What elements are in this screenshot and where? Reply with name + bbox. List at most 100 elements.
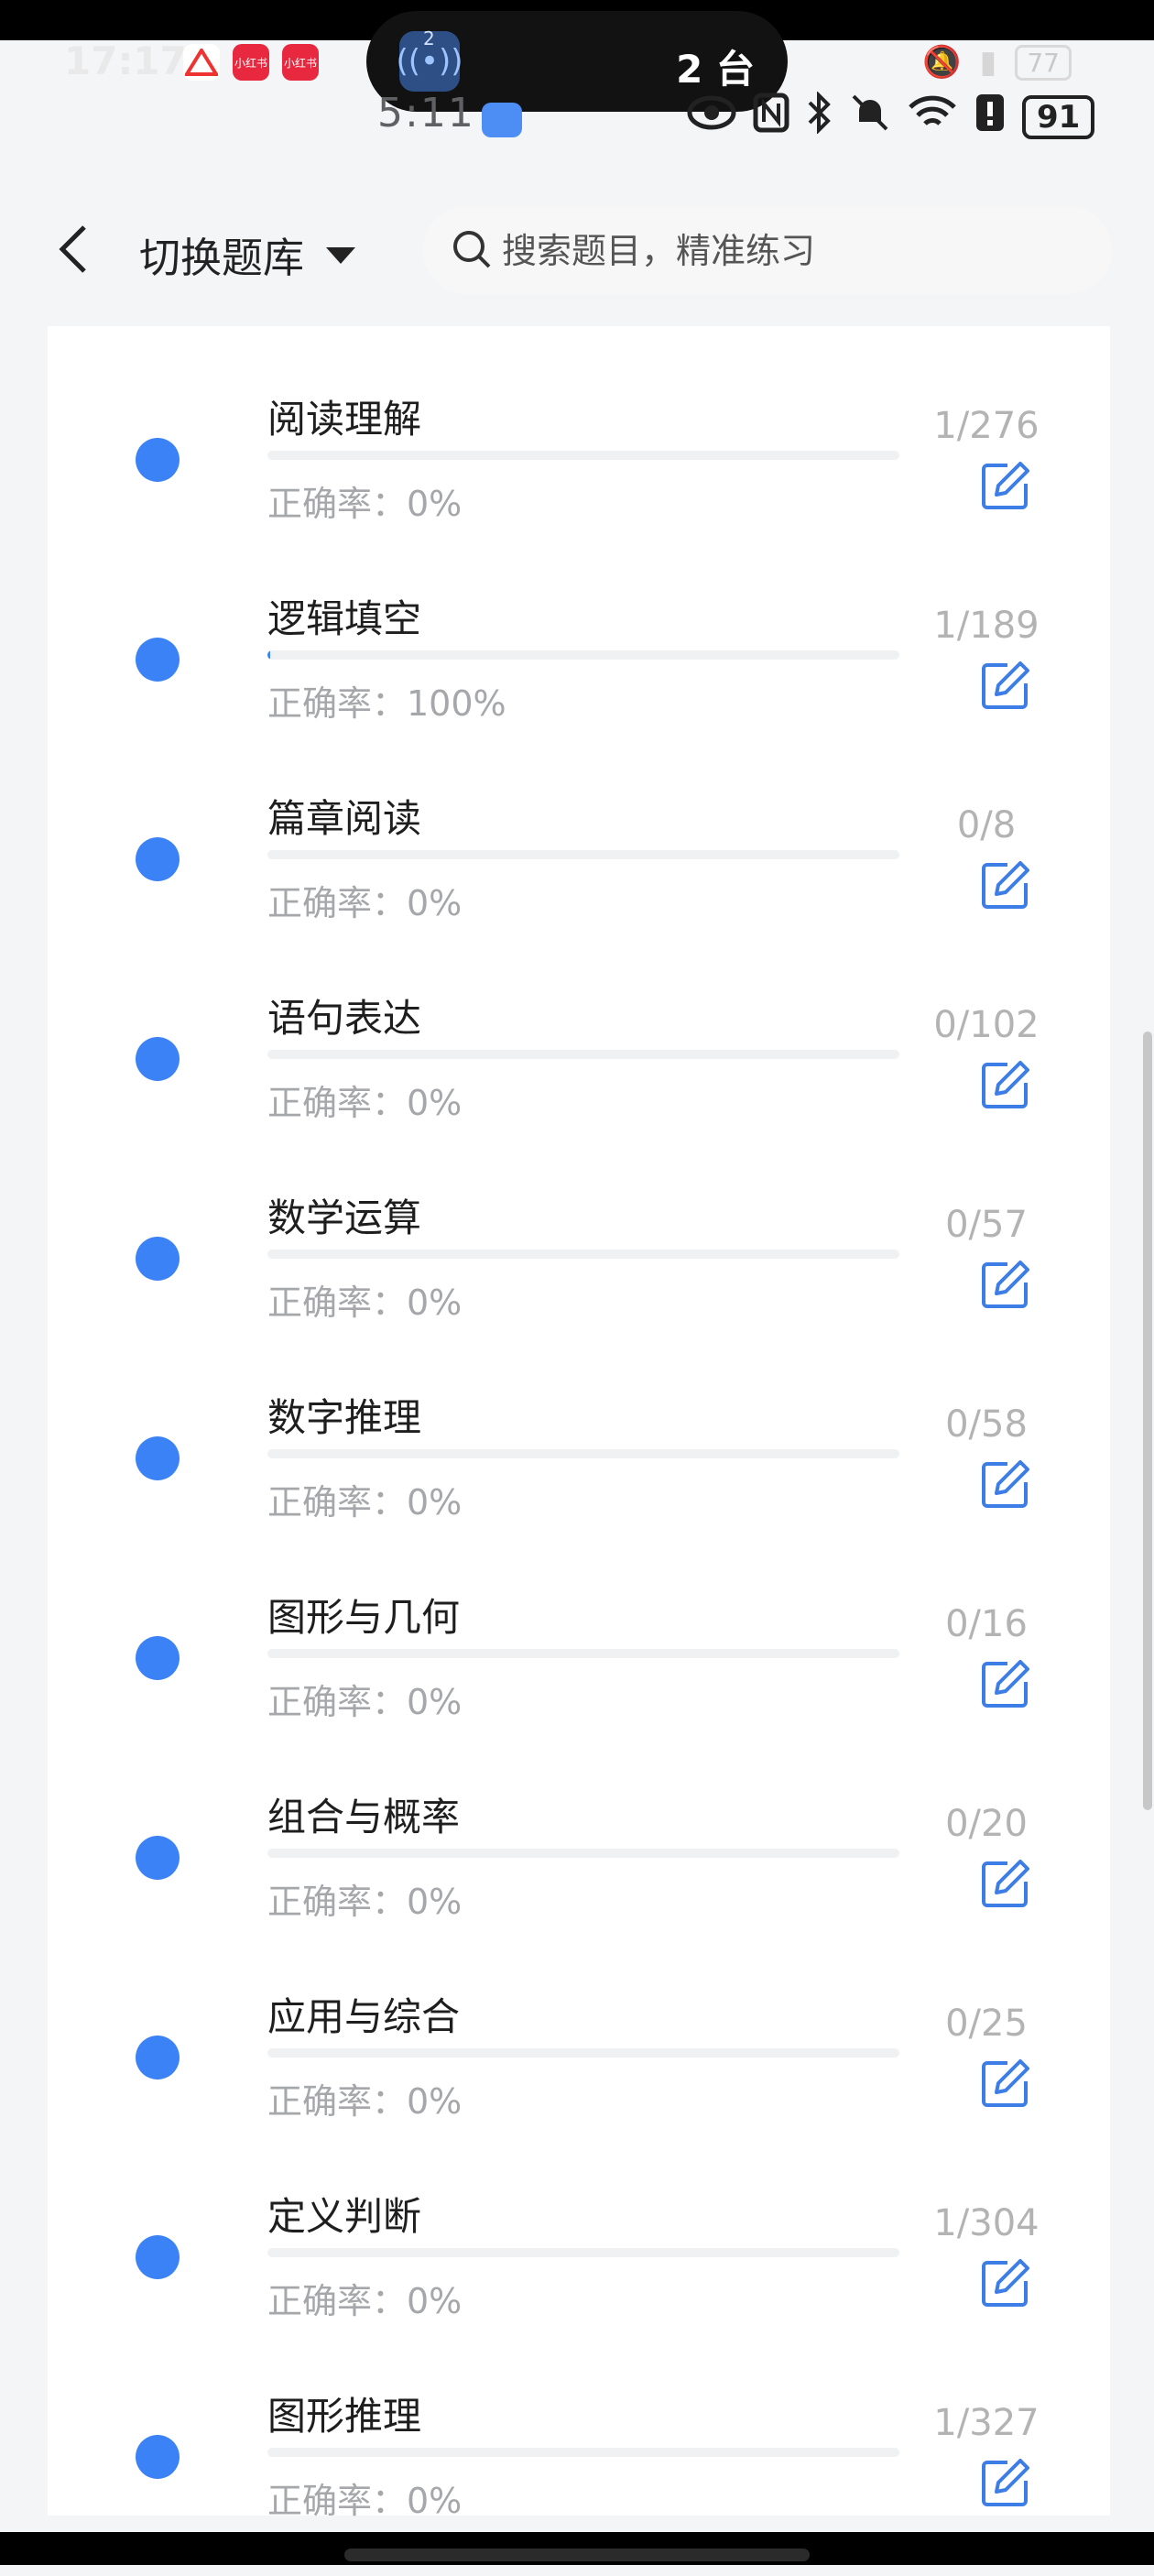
question-category-list: 阅读理解 正确率：0% 1/276 逻辑填空 正确率：100% 1/189 篇章阅读 正确率：… [48,326,1110,2521]
accuracy-label: 正确率：0% [267,2081,463,2122]
question-count: 0/20 [945,1803,1028,1845]
accuracy-label: 正确率：0% [267,484,463,524]
edit-icon[interactable] [980,1059,1031,1110]
accuracy-label: 正确率：0% [267,2281,463,2321]
edit-icon[interactable] [980,2257,1031,2309]
edit-icon[interactable] [980,1658,1031,1709]
status-dot [136,638,180,682]
question-count: 0/102 [933,1004,1040,1046]
progress-bar [267,1050,899,1059]
nfc-icon [753,93,789,142]
category-title: 图形推理 [267,2394,422,2439]
list-item[interactable]: 数字推理正确率：0% 0/58 [48,1378,1110,1577]
list-item[interactable]: 篇章阅读 正确率：0% 0/8 [48,779,1110,978]
category-title: 定义判断 [267,2194,422,2239]
category-title: 阅读理解 [267,397,422,442]
background-status-icons: 🔕 ▮ 77 [922,44,1072,81]
status-dot [136,2036,180,2079]
xiaohongshu-icon: 小红书 [233,44,269,81]
progress-bar [267,2248,899,2257]
accuracy-label: 正确率：0% [267,1283,463,1323]
category-title: 逻辑填空 [267,596,422,641]
status-dot [136,837,180,881]
question-count: 1/189 [933,605,1040,647]
status-dot [136,2235,180,2279]
question-count: 0/57 [945,1204,1028,1246]
accuracy-label: 正确率：100% [267,683,506,724]
category-title: 数学运算 [267,1195,422,1240]
battery-level: 91 [1022,95,1095,139]
background-battery: 77 [1015,44,1072,81]
list-item[interactable]: 语句表达 正确率：0% 0/102 [48,978,1110,1178]
category-title: 数字推理 [267,1395,422,1440]
question-count: 0/58 [945,1403,1028,1446]
island-text: 2 台 [676,47,755,92]
question-count: 0/8 [956,804,1017,846]
progress-bar [267,1449,899,1458]
list-item[interactable]: 阅读理解正确率：0% 1/276 [48,379,1110,579]
mute-icon: 🔕 [922,44,962,81]
progress-bar [267,1250,899,1259]
back-button[interactable] [51,222,97,277]
status-dot [136,1037,180,1081]
question-count: 1/304 [933,2202,1040,2244]
search-input[interactable] [500,219,1072,283]
edit-icon[interactable] [980,1259,1031,1310]
list-item[interactable]: 组合与概率 正确率：0% 0/20 [48,1777,1110,1977]
search-bar[interactable] [423,206,1112,294]
background-app-icons: 小红书 小红书 [183,44,319,81]
header-bar: 切换题库 [0,174,1154,330]
status-dot [136,1836,180,1880]
category-title: 图形与几何 [267,1595,461,1640]
progress-bar [267,1849,899,1858]
scrollbar[interactable] [1143,1031,1152,1810]
background-time: 17:17 [64,38,187,83]
app-notification-icon [482,103,522,137]
progress-bar [267,2448,899,2457]
list-item[interactable]: 应用与综合正确率：0% 0/25 [48,1977,1110,2177]
status-dot [136,438,180,482]
search-icon [453,231,491,268]
list-item[interactable]: 数学运算正确率：0% 0/57 [48,1178,1110,1378]
status-dot [136,2435,180,2479]
chevron-left-icon [59,225,86,273]
signal-icon: ▮ [979,44,997,81]
home-indicator[interactable] [344,2549,810,2561]
accuracy-label: 正确率：0% [267,1682,463,1722]
switch-bank-button[interactable]: 切换题库 [139,224,304,284]
progress-bar [267,850,899,859]
list-item[interactable]: 图形与几何 正确率：0% 0/16 [48,1577,1110,1777]
status-time: 5:11 [377,90,475,136]
question-count: 1/276 [933,405,1040,447]
category-title: 篇章阅读 [267,796,422,841]
edit-icon[interactable] [980,859,1031,911]
wifi-icon [907,93,958,142]
bluetooth-icon [806,91,833,143]
app-logo-icon [183,44,220,81]
eye-icon [687,94,736,140]
status-dot [136,1636,180,1680]
edit-icon[interactable] [980,1458,1031,1510]
progress-fill [267,650,271,660]
edit-icon[interactable] [980,660,1031,711]
status-icons: 91 [687,91,1095,143]
category-title: 应用与综合 [267,1994,461,2039]
list-item[interactable]: 定义判断正确率：0% 1/304 [48,2177,1110,2376]
edit-icon[interactable] [980,2457,1031,2508]
caret-down-icon[interactable] [326,247,355,264]
edit-icon[interactable] [980,2058,1031,2109]
accuracy-label: 正确率：0% [267,1882,463,1922]
progress-bar [267,451,899,460]
edit-icon[interactable] [980,460,1031,511]
xiaohongshu-icon: 小红书 [282,44,319,81]
progress-bar [267,1649,899,1658]
accuracy-label: 正确率：0% [267,1482,463,1523]
mute-bell-icon [850,93,890,142]
status-dot [136,1237,180,1281]
accuracy-label: 正确率：0% [267,2481,463,2521]
edit-icon[interactable] [980,1858,1031,1909]
question-count: 0/25 [945,2003,1028,2045]
progress-bar [267,650,899,660]
list-item[interactable]: 逻辑填空正确率：100% 1/189 [48,579,1110,779]
status-dot [136,1436,180,1480]
